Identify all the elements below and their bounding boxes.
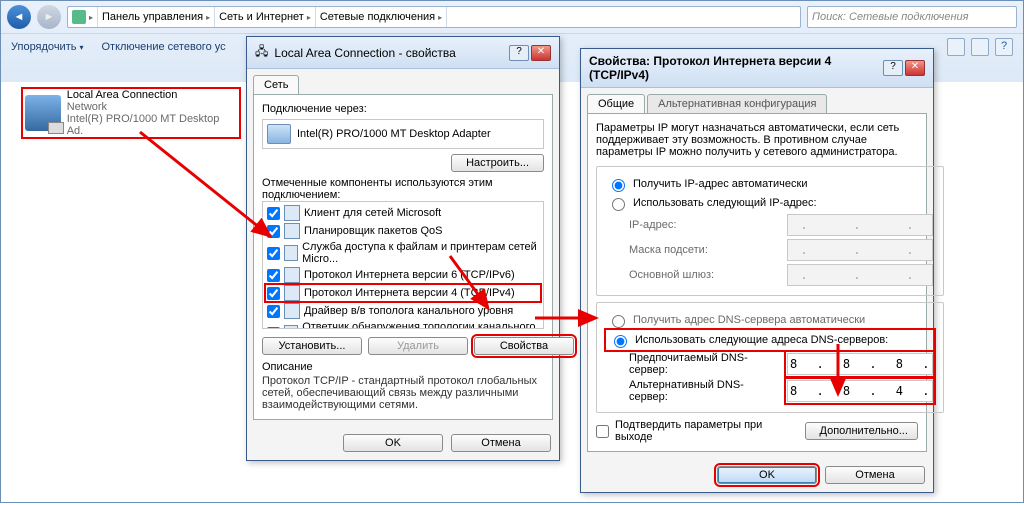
component-checkbox[interactable] xyxy=(267,269,280,282)
dialog-help-icon[interactable]: ? xyxy=(883,60,903,76)
gateway-input xyxy=(787,264,933,286)
component-checkbox[interactable] xyxy=(267,247,280,260)
list-item[interactable]: Драйвер в/в тополога канального уровня xyxy=(304,305,513,317)
gateway-label: Основной шлюз: xyxy=(629,269,779,281)
component-checkbox[interactable] xyxy=(267,327,280,330)
dns-group: Получить адрес DNS-сервера автоматически… xyxy=(596,302,944,413)
connect-via-label: Подключение через: xyxy=(262,103,544,115)
driver-icon xyxy=(284,303,300,319)
components-label: Отмеченные компоненты используются этим … xyxy=(262,177,544,201)
ok-button[interactable]: OK xyxy=(343,434,443,452)
ip-address-input xyxy=(787,214,933,236)
breadcrumb[interactable]: ▸ Панель управления▸ Сеть и Интернет▸ Се… xyxy=(67,6,801,28)
network-adapter-icon xyxy=(25,95,61,131)
close-icon[interactable]: ✕ xyxy=(905,60,925,76)
view-icon[interactable] xyxy=(947,38,965,56)
dns-preferred-input[interactable] xyxy=(787,353,933,375)
dialog-title-bar[interactable]: Свойства: Протокол Интернета версии 4 (T… xyxy=(581,49,933,88)
intro-text: Параметры IP могут назначаться автоматич… xyxy=(596,122,918,158)
dns-alternate-label: Альтернативный DNS-сервер: xyxy=(629,379,779,403)
connection-adapter: Intel(R) PRO/1000 MT Desktop Ad. xyxy=(67,113,237,137)
tcpip-properties-dialog: Свойства: Протокол Интернета версии 4 (T… xyxy=(580,48,934,493)
install-button[interactable]: Установить... xyxy=(262,337,362,355)
address-bar: ◄ ► ▸ Панель управления▸ Сеть и Интернет… xyxy=(1,1,1023,34)
dialog-title-bar[interactable]: 🖧 Local Area Connection - свойства ?✕ xyxy=(247,37,559,69)
client-icon xyxy=(284,205,300,221)
radio-ip-auto[interactable] xyxy=(612,179,625,192)
tab-alt-config[interactable]: Альтернативная конфигурация xyxy=(647,94,827,113)
tab-network[interactable]: Сеть xyxy=(253,75,299,94)
configure-button[interactable]: Настроить... xyxy=(451,154,544,172)
breadcrumb-item[interactable]: Панель управления xyxy=(102,11,203,23)
advanced-button[interactable]: Дополнительно... xyxy=(805,422,918,440)
adapter-name: Intel(R) PRO/1000 MT Desktop Adapter xyxy=(297,128,491,140)
cancel-button[interactable]: Отмена xyxy=(451,434,551,452)
protocol-icon xyxy=(284,267,300,283)
protocol-icon xyxy=(284,285,300,301)
adapter-icon xyxy=(267,124,291,144)
disable-adapter-button[interactable]: Отключение сетевого ус xyxy=(101,41,225,53)
search-input[interactable]: Поиск: Сетевые подключения xyxy=(807,6,1017,28)
ok-button[interactable]: OK xyxy=(717,466,817,484)
list-item[interactable]: Клиент для сетей Microsoft xyxy=(304,207,441,219)
radio-dns-auto-label: Получить адрес DNS-сервера автоматически xyxy=(633,314,865,326)
help-icon[interactable]: ? xyxy=(995,38,1013,56)
radio-ip-manual[interactable] xyxy=(612,198,625,211)
close-icon[interactable]: ✕ xyxy=(531,45,551,61)
component-checkbox[interactable] xyxy=(267,225,280,238)
breadcrumb-item[interactable]: Сетевые подключения xyxy=(320,11,435,23)
radio-ip-manual-label: Использовать следующий IP-адрес: xyxy=(633,197,817,209)
dialog-title: Свойства: Протокол Интернета версии 4 (T… xyxy=(589,54,877,82)
component-checkbox[interactable] xyxy=(267,305,280,318)
driver-icon xyxy=(284,325,298,329)
connection-type: Network xyxy=(67,101,237,113)
ip-group: Получить IP-адрес автоматически Использо… xyxy=(596,166,944,296)
service-icon xyxy=(284,223,300,239)
properties-button[interactable]: Свойства xyxy=(474,337,574,355)
tab-general[interactable]: Общие xyxy=(587,94,645,113)
search-placeholder: Поиск: Сетевые подключения xyxy=(812,11,969,23)
view-icon[interactable] xyxy=(971,38,989,56)
description-title: Описание xyxy=(262,361,544,373)
control-panel-icon xyxy=(72,10,86,24)
component-checkbox[interactable] xyxy=(267,287,280,300)
component-checkbox[interactable] xyxy=(267,207,280,220)
components-list[interactable]: Клиент для сетей Microsoft Планировщик п… xyxy=(262,201,544,329)
network-icon: 🖧 xyxy=(255,42,268,63)
subnet-mask-label: Маска подсети: xyxy=(629,244,779,256)
dialog-title: Local Area Connection - свойства xyxy=(274,46,455,60)
uninstall-button: Удалить xyxy=(368,337,468,355)
dialog-help-icon[interactable]: ? xyxy=(509,45,529,61)
adapter-box: Intel(R) PRO/1000 MT Desktop Adapter xyxy=(262,119,544,149)
service-icon xyxy=(284,245,298,261)
validate-checkbox[interactable] xyxy=(596,425,609,438)
description-body: Протокол TCP/IP - стандартный протокол г… xyxy=(262,375,544,411)
list-item[interactable]: Служба доступа к файлам и принтерам сете… xyxy=(302,241,539,265)
radio-dns-auto[interactable] xyxy=(612,315,625,328)
connection-properties-dialog: 🖧 Local Area Connection - свойства ?✕ Се… xyxy=(246,36,560,461)
cancel-button[interactable]: Отмена xyxy=(825,466,925,484)
connection-item[interactable]: Local Area Connection Network Intel(R) P… xyxy=(21,87,241,139)
ip-address-label: IP-адрес: xyxy=(629,219,779,231)
dns-alternate-input[interactable] xyxy=(787,380,933,402)
list-item-tcpip4[interactable]: Протокол Интернета версии 4 (TCP/IPv4) xyxy=(304,287,515,299)
connection-text: Local Area Connection Network Intel(R) P… xyxy=(67,89,237,137)
list-item[interactable]: Ответчик обнаружения топологии канальног… xyxy=(302,321,539,329)
radio-dns-manual[interactable] xyxy=(614,335,627,348)
dns-preferred-label: Предпочитаемый DNS-сервер: xyxy=(629,352,779,376)
breadcrumb-item[interactable]: Сеть и Интернет xyxy=(219,11,304,23)
radio-ip-auto-label: Получить IP-адрес автоматически xyxy=(633,178,807,190)
subnet-mask-input xyxy=(787,239,933,261)
connection-name: Local Area Connection xyxy=(67,89,237,101)
organize-menu[interactable]: Упорядочить ▾ xyxy=(11,41,83,53)
list-item[interactable]: Протокол Интернета версии 6 (TCP/IPv6) xyxy=(304,269,515,281)
nav-forward-button[interactable]: ► xyxy=(37,5,61,29)
list-item[interactable]: Планировщик пакетов QoS xyxy=(304,225,443,237)
radio-dns-manual-label: Использовать следующие адреса DNS-сервер… xyxy=(635,334,888,346)
nav-back-button[interactable]: ◄ xyxy=(7,5,31,29)
validate-label: Подтвердить параметры при выходе xyxy=(615,419,793,443)
